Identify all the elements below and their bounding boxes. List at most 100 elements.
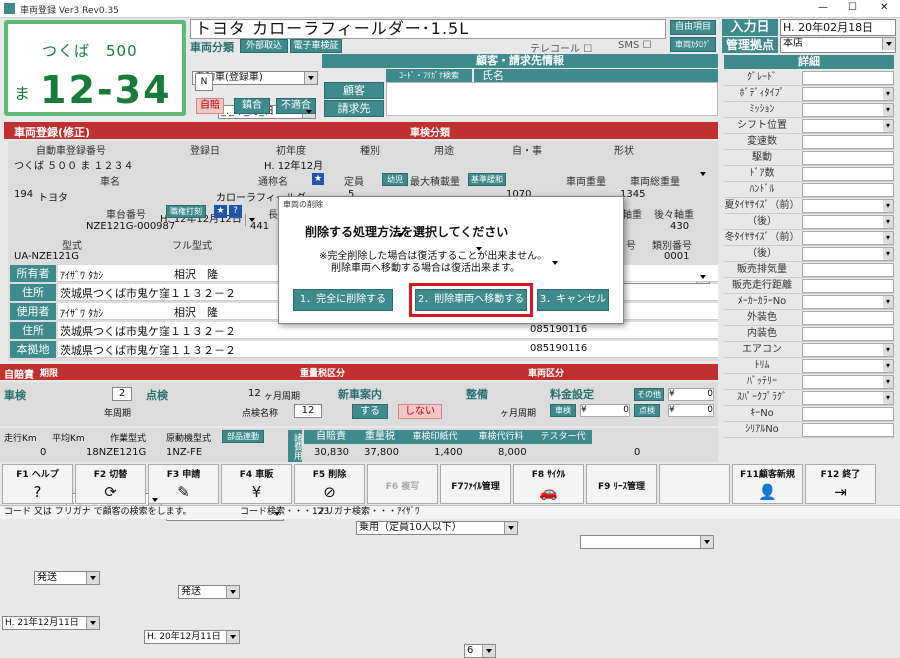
detail-row-field[interactable]: [802, 247, 894, 261]
type-value[interactable]: UA-NZE121G: [14, 251, 79, 262]
detail-row-field[interactable]: [802, 231, 894, 245]
fee2[interactable]: ¥0: [580, 404, 630, 417]
detail-row-field[interactable]: [802, 311, 894, 325]
tenken-date[interactable]: H. 20年12月11日: [144, 630, 240, 644]
shaken-n[interactable]: 2: [112, 387, 132, 401]
base-select[interactable]: 本店: [780, 37, 896, 53]
maximize-button[interactable]: ☐: [848, 2, 857, 13]
detail-row-label: ﾄﾞｱ数: [749, 168, 775, 179]
first-year-field[interactable]: H. 12年12月: [264, 157, 323, 172]
vehicle-kbn-select[interactable]: [580, 535, 714, 549]
person-name: 相沢 隆: [174, 268, 218, 281]
new-car-no[interactable]: しない: [398, 404, 442, 419]
chassis-help-icon[interactable]: ?: [229, 205, 242, 218]
maker-code[interactable]: 194: [14, 189, 33, 200]
chassis-star-icon[interactable]: ★: [214, 205, 227, 218]
bill-button[interactable]: 請求先: [324, 100, 384, 117]
small-date-icon[interactable]: N: [195, 73, 213, 91]
rear-axle-value[interactable]: 430: [670, 221, 689, 232]
detail-row-field[interactable]: [802, 423, 894, 437]
detail-row-field[interactable]: [802, 151, 894, 165]
new-car-yes[interactable]: する: [352, 404, 388, 419]
detail-row-field[interactable]: [802, 327, 894, 341]
detail-row-field[interactable]: [802, 103, 894, 117]
sms-checkbox[interactable]: ☐: [643, 40, 652, 51]
fkey-button[interactable]: F6 複写: [367, 464, 438, 504]
catalog-button[interactable]: 車両ｶﾀﾛｸﾞ: [670, 37, 716, 52]
detail-row-field[interactable]: [802, 343, 894, 357]
fkey-button[interactable]: F5 削除 ⊘: [294, 464, 365, 504]
detail-row-field[interactable]: [802, 135, 894, 149]
own-button[interactable]: 自賠: [196, 98, 224, 114]
model-star-icon[interactable]: ★: [312, 173, 324, 185]
delete-completely-button[interactable]: 1．完全に削除する: [293, 289, 393, 311]
vehicle-kbn-label: 車両区分: [528, 369, 565, 379]
detail-row: 冬ﾀｲﾔｻｲｽﾞ（前）: [724, 230, 894, 246]
work-value[interactable]: 18NZE121G: [86, 447, 146, 458]
length-value[interactable]: 441: [250, 221, 269, 232]
detail-row-field[interactable]: [802, 279, 894, 293]
mileage-value[interactable]: 0: [40, 447, 46, 458]
fee1[interactable]: ¥0: [668, 388, 714, 401]
shaken-type[interactable]: 発送: [34, 571, 100, 585]
detail-row-field[interactable]: [802, 199, 894, 213]
detail-row-field[interactable]: [802, 71, 894, 85]
person-row[interactable]: 茨城県つくば市鬼ケ窪１１３２－２ 085190116: [58, 341, 718, 358]
customer-button[interactable]: 顧客: [324, 82, 384, 99]
maint-n[interactable]: 6: [464, 644, 496, 658]
chassis-value[interactable]: NZE121G-000987: [86, 221, 175, 232]
fkey-button[interactable]: F9 ﾘｰｽ管理: [586, 464, 657, 504]
detail-row-field[interactable]: [802, 407, 894, 421]
detail-row-field[interactable]: [802, 263, 894, 277]
weight-tax-select[interactable]: 乗用（定員10人以下）: [356, 521, 518, 535]
h-shape: 形状: [614, 146, 634, 157]
maker-name[interactable]: トヨタ: [38, 189, 68, 204]
fkey-button[interactable]: F12 終了 ⇥: [805, 464, 876, 504]
tenken-type[interactable]: 発送: [178, 585, 240, 599]
detail-row-field[interactable]: [802, 375, 894, 389]
fkey-button[interactable]: F7ﾌｧｲﾙ管理: [440, 464, 511, 504]
fkey-icon: ¥: [251, 483, 262, 501]
shaken-date[interactable]: H. 21年12月11日: [2, 616, 100, 630]
fkey-button[interactable]: F8 ｻｲｸﾙ 🚗: [513, 464, 584, 504]
h-model: 通称名: [258, 177, 288, 188]
entry-date-field[interactable]: H. 20年02月18日: [780, 19, 896, 36]
sk-button[interactable]: 車検: [550, 404, 576, 417]
cancel-button[interactable]: 3．キャンセル: [537, 289, 609, 311]
tenken-val[interactable]: 12: [294, 404, 322, 418]
free-item-button[interactable]: 自由項目: [670, 20, 716, 35]
other-button[interactable]: その他: [634, 388, 664, 401]
parts-button[interactable]: 部品連動: [222, 430, 264, 443]
stamp-button[interactable]: 職権打刻: [166, 205, 206, 218]
fkey-button[interactable]: F2 切替 ⟳: [75, 464, 146, 504]
detail-row-field[interactable]: [802, 215, 894, 229]
category-num-value[interactable]: 0001: [664, 251, 689, 262]
fkey-button[interactable]: F1 ヘルプ?: [2, 464, 73, 504]
fkey-button[interactable]: F3 申請 ✎: [148, 464, 219, 504]
relax-button[interactable]: 基準緩和: [468, 173, 506, 186]
e-cert-button[interactable]: 電子車検証: [290, 39, 342, 53]
fire-button[interactable]: 鎮合: [234, 98, 270, 114]
ext-import-button[interactable]: 外部取込: [240, 39, 288, 53]
detail-row-field[interactable]: [802, 359, 894, 373]
detail-row-field[interactable]: [802, 183, 894, 197]
h-first-year: 初年度: [276, 146, 306, 157]
person-row[interactable]: 茨城県つくば市鬼ケ窪１１３２－２ 085190116: [58, 322, 718, 339]
reg-number[interactable]: つくば ５００ ま １２３４: [14, 157, 134, 172]
move-to-deleted-button[interactable]: 2．削除車両へ移動する: [415, 289, 527, 311]
close-button[interactable]: ✕: [880, 2, 888, 13]
minimize-button[interactable]: —: [818, 2, 828, 13]
h-reg-number: 自動車登録番号: [36, 146, 106, 157]
fee3[interactable]: ¥0: [668, 404, 714, 417]
tenken-n[interactable]: 12: [248, 388, 261, 399]
tk-button[interactable]: 点検: [634, 404, 660, 417]
detail-row-field[interactable]: [802, 87, 894, 101]
fkey-button[interactable]: F4 車販 ¥: [221, 464, 292, 504]
child-button[interactable]: 幼児: [382, 173, 408, 186]
detail-row-field[interactable]: [802, 295, 894, 309]
fkey-button[interactable]: F11顧客新規 👤: [732, 464, 803, 504]
detail-row-field[interactable]: [802, 391, 894, 405]
engine-value[interactable]: 1NZ-FE: [166, 447, 202, 458]
detail-row-field[interactable]: [802, 167, 894, 181]
detail-row-field[interactable]: [802, 119, 894, 133]
